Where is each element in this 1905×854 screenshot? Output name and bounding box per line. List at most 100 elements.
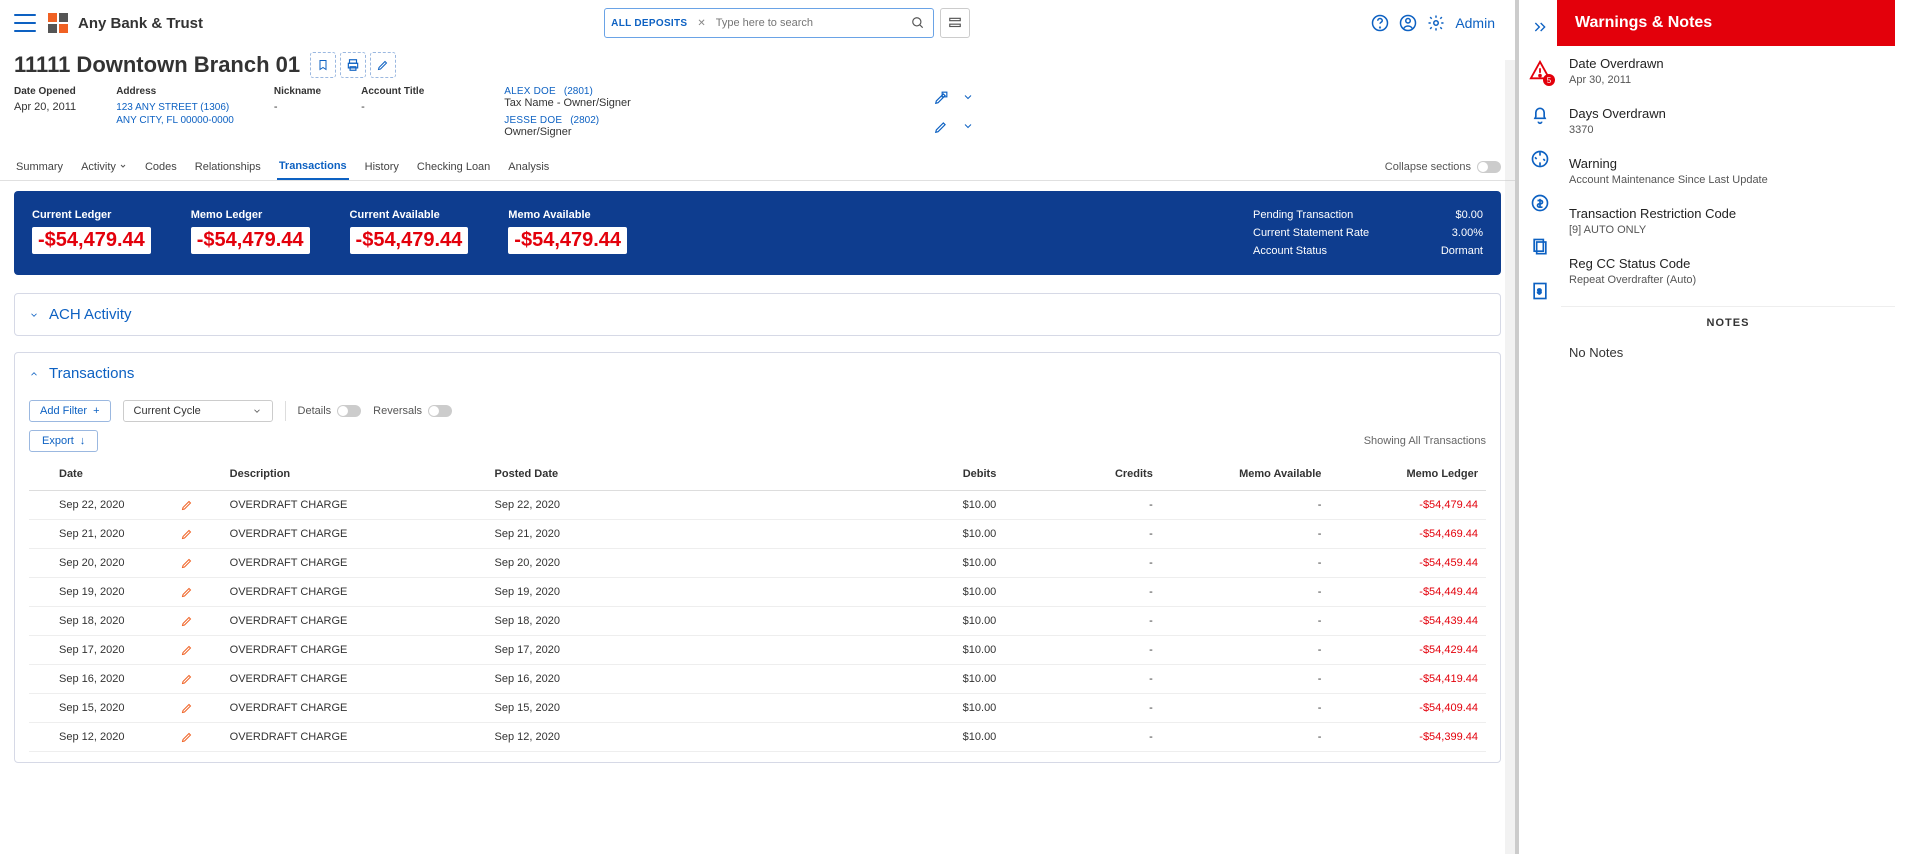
table-row[interactable]: Sep 22, 2020 OVERDRAFT CHARGE Sep 22, 20… [29,491,1486,520]
bank-name: Any Bank & Trust [78,15,203,32]
cell-memo-ledger: -$54,429.44 [1329,636,1486,665]
cell-memo-available: - [1161,491,1330,520]
person-id[interactable]: (2801) [564,86,593,97]
person-name[interactable]: JESSE DOE [504,115,562,126]
cell-description: OVERDRAFT CHARGE [222,636,487,665]
table-row[interactable]: Sep 12, 2020 OVERDRAFT CHARGE Sep 12, 20… [29,723,1486,752]
notes-header: NOTES [1561,306,1895,339]
tab-codes[interactable]: Codes [143,155,179,179]
memo-ledger-value: -$54,479.44 [191,227,310,254]
edit-person-icon[interactable] [934,120,948,134]
edit-button[interactable] [370,52,396,78]
global-search[interactable]: ALL DEPOSITS ✕ [604,8,934,38]
bell-icon[interactable] [1527,102,1553,128]
address-line1[interactable]: 123 ANY STREET (1306) [116,101,234,114]
document-icon[interactable] [1527,234,1553,260]
alert-icon[interactable]: 5 [1527,58,1553,84]
th-description[interactable]: Description [222,458,487,491]
edit-row-icon[interactable] [181,557,213,569]
address-line2[interactable]: ANY CITY, FL 00000-0000 [116,114,234,127]
export-button[interactable]: Export ↓ [29,430,98,452]
add-filter-button[interactable]: Add Filter + [29,400,111,422]
chevron-down-icon[interactable] [962,91,974,105]
person-name[interactable]: ALEX DOE [504,86,556,97]
cell-memo-available: - [1161,607,1330,636]
search-input[interactable] [716,17,903,29]
section-ach-activity[interactable]: ACH Activity [15,294,1500,335]
edit-row-icon[interactable] [181,644,213,656]
th-date[interactable]: Date [29,458,173,491]
th-posted[interactable]: Posted Date [487,458,824,491]
edit-row-icon[interactable] [181,528,213,540]
cell-memo-available: - [1161,694,1330,723]
memo-available-value: -$54,479.44 [508,227,627,254]
cell-posted: Sep 15, 2020 [487,694,824,723]
cell-description: OVERDRAFT CHARGE [222,723,487,752]
collapse-sections-toggle[interactable] [1477,161,1501,173]
edit-row-icon[interactable] [181,615,213,627]
cell-date: Sep 22, 2020 [29,491,173,520]
cell-posted: Sep 22, 2020 [487,491,824,520]
warning-item: Reg CC Status CodeRepeat Overdrafter (Au… [1561,246,1895,296]
chevron-down-icon [29,310,39,320]
chevron-down-icon[interactable] [962,120,974,134]
statement-icon[interactable]: $ [1527,278,1553,304]
tab-history[interactable]: History [363,155,401,179]
warning-item: Days Overdrawn3370 [1561,96,1895,146]
edit-row-icon[interactable] [181,673,213,685]
cell-description: OVERDRAFT CHARGE [222,665,487,694]
cell-debits: $10.00 [824,665,1005,694]
search-icon[interactable] [909,14,927,32]
person-id[interactable]: (2802) [570,115,599,126]
table-row[interactable]: Sep 17, 2020 OVERDRAFT CHARGE Sep 17, 20… [29,636,1486,665]
edit-person-icon[interactable] [934,91,948,105]
account-title-label: Account Title [361,86,424,97]
cell-memo-ledger: -$54,399.44 [1329,723,1486,752]
table-row[interactable]: Sep 19, 2020 OVERDRAFT CHARGE Sep 19, 20… [29,578,1486,607]
th-debits[interactable]: Debits [824,458,1005,491]
account-status-label: Account Status [1253,245,1413,257]
tab-relationships[interactable]: Relationships [193,155,263,179]
edit-row-icon[interactable] [181,702,213,714]
table-row[interactable]: Sep 15, 2020 OVERDRAFT CHARGE Sep 15, 20… [29,694,1486,723]
tab-transactions[interactable]: Transactions [277,154,349,180]
menu-button[interactable] [14,14,36,32]
edit-row-icon[interactable] [181,731,213,743]
scrollbar[interactable] [1505,60,1515,854]
table-row[interactable]: Sep 16, 2020 OVERDRAFT CHARGE Sep 16, 20… [29,665,1486,694]
table-row[interactable]: Sep 20, 2020 OVERDRAFT CHARGE Sep 20, 20… [29,549,1486,578]
cycle-select[interactable]: Current Cycle [123,400,273,422]
memo-available-label: Memo Available [508,209,627,221]
cell-credits: - [1004,694,1161,723]
clear-category-icon[interactable]: ✕ [693,18,709,29]
search-settings-button[interactable] [940,8,970,38]
print-button[interactable] [340,52,366,78]
search-category-pill[interactable]: ALL DEPOSITS [611,18,687,29]
table-row[interactable]: Sep 18, 2020 OVERDRAFT CHARGE Sep 18, 20… [29,607,1486,636]
edit-row-icon[interactable] [181,499,213,511]
no-notes-text: No Notes [1561,339,1895,366]
tab-checking-loan[interactable]: Checking Loan [415,155,492,179]
refresh-icon[interactable] [1527,146,1553,172]
cell-date: Sep 17, 2020 [29,636,173,665]
user-icon[interactable] [1399,14,1417,32]
cell-memo-ledger: -$54,459.44 [1329,549,1486,578]
th-memo-ledger[interactable]: Memo Ledger [1329,458,1486,491]
dollar-icon[interactable] [1527,190,1553,216]
help-icon[interactable] [1371,14,1389,32]
admin-label[interactable]: Admin [1455,15,1495,31]
tab-activity[interactable]: Activity [79,155,129,179]
gear-icon[interactable] [1427,14,1445,32]
th-memo-available[interactable]: Memo Available [1161,458,1330,491]
tab-summary[interactable]: Summary [14,155,65,179]
edit-row-icon[interactable] [181,586,213,598]
th-credits[interactable]: Credits [1004,458,1161,491]
tab-analysis[interactable]: Analysis [506,155,551,179]
section-transactions[interactable]: Transactions [15,353,1500,394]
details-toggle[interactable] [337,405,361,417]
cell-memo-ledger: -$54,469.44 [1329,520,1486,549]
table-row[interactable]: Sep 21, 2020 OVERDRAFT CHARGE Sep 21, 20… [29,520,1486,549]
bookmark-button[interactable] [310,52,336,78]
expand-panel-icon[interactable] [1527,14,1553,40]
reversals-toggle[interactable] [428,405,452,417]
